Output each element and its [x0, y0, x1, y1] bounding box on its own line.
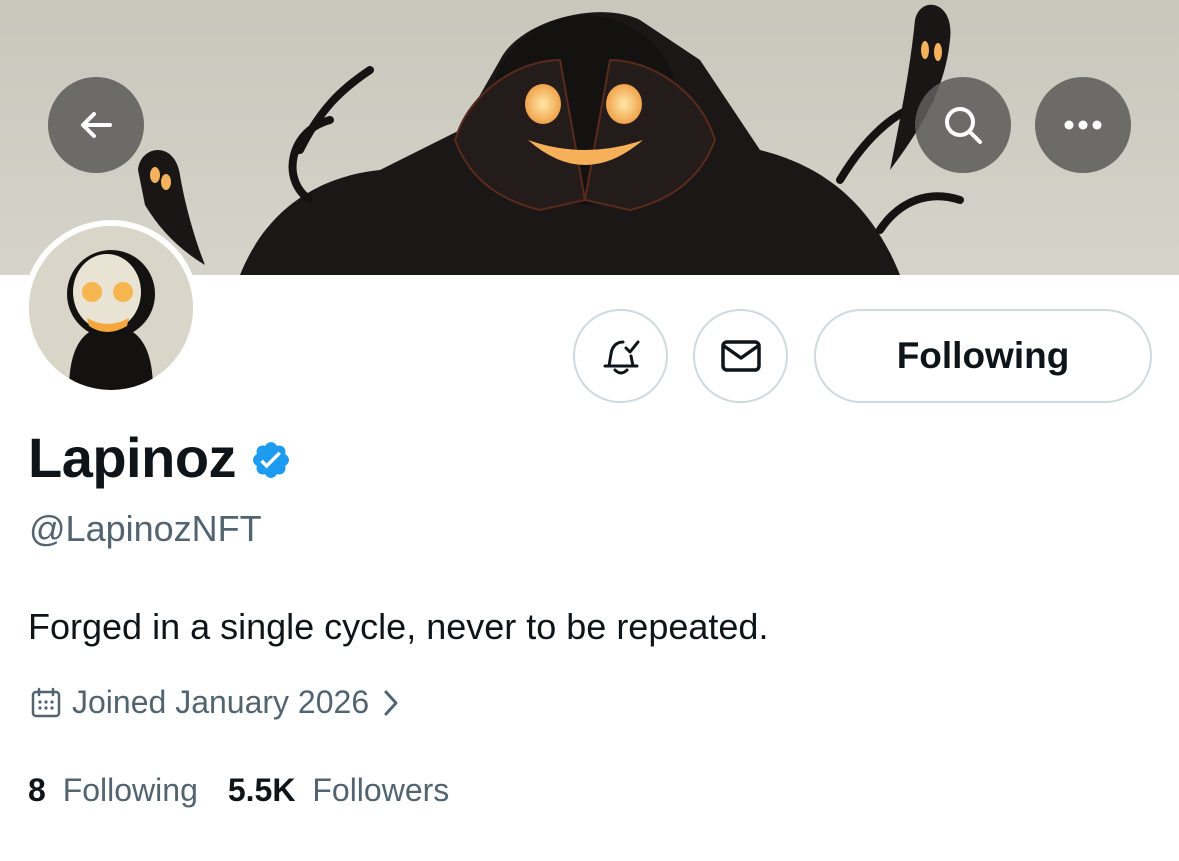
followers-stat[interactable]: 5.5K Followers	[228, 772, 449, 809]
search-icon	[945, 107, 982, 144]
calendar-icon	[31, 687, 61, 717]
profile-handle: @LapinozNFT	[29, 508, 262, 549]
verified-badge-icon[interactable]	[250, 439, 292, 481]
profile-stats: 8 Following 5.5K Followers	[28, 772, 479, 809]
profile-name-row: Lapinoz	[28, 425, 292, 490]
avatar-image	[29, 226, 193, 390]
following-count: 8	[28, 772, 46, 808]
following-button-label: Following	[896, 335, 1070, 376]
profile-bio: Forged in a single cycle, never to be re…	[28, 606, 769, 647]
message-button[interactable]	[693, 309, 788, 403]
following-button[interactable]: Following	[814, 309, 1152, 403]
arrow-left-icon	[81, 112, 112, 138]
search-button[interactable]	[915, 77, 1011, 173]
more-horizontal-icon	[1064, 120, 1102, 130]
notifications-button[interactable]	[573, 309, 668, 403]
back-button[interactable]	[48, 77, 144, 173]
bell-check-icon	[603, 340, 639, 375]
following-stat-label: Following	[62, 772, 198, 808]
profile-name: Lapinoz	[28, 426, 237, 489]
envelope-icon	[720, 340, 761, 372]
followers-count: 5.5K	[227, 772, 296, 808]
joined-date-row[interactable]: Joined January 2026	[30, 684, 401, 721]
following-stat[interactable]: 8 Following	[28, 772, 198, 809]
chevron-right-icon	[384, 690, 398, 715]
more-button[interactable]	[1035, 77, 1131, 173]
joined-date: Joined January 2026	[72, 684, 370, 720]
avatar[interactable]	[23, 220, 199, 396]
followers-stat-label: Followers	[312, 772, 450, 808]
